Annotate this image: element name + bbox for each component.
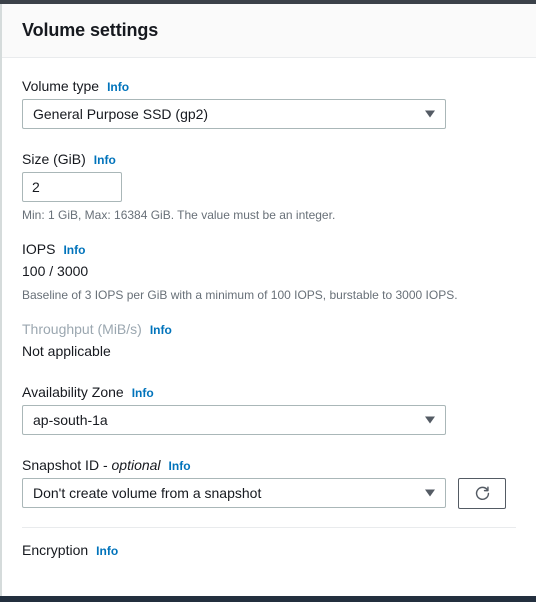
- snapshot-id-label-row: Snapshot ID - optional Info: [22, 457, 516, 473]
- volume-type-label-row: Volume type Info: [22, 78, 516, 94]
- volume-type-selected-value: General Purpose SSD (gp2): [33, 106, 209, 122]
- volume-type-label: Volume type: [22, 78, 100, 94]
- encryption-label: Encryption: [22, 541, 89, 558]
- panel-header: Volume settings: [2, 4, 536, 58]
- field-availability-zone: Availability Zone Info ap-south-1a: [22, 384, 516, 435]
- availability-zone-info-link[interactable]: Info: [132, 386, 154, 400]
- field-size: Size (GiB) Info Min: 1 GiB, Max: 16384 G…: [22, 151, 516, 223]
- iops-hint: Baseline of 3 IOPS per GiB with a minimu…: [22, 287, 458, 302]
- throughput-value: Not applicable: [22, 342, 111, 359]
- panel-body: Volume type Info General Purpose SSD (gp…: [2, 58, 536, 558]
- field-snapshot-id: Snapshot ID - optional Info Don't create…: [22, 457, 516, 509]
- volume-type-select-wrap: General Purpose SSD (gp2): [22, 99, 446, 129]
- iops-value: 100 / 3000: [22, 263, 89, 280]
- snapshot-id-row: Don't create volume from a snapshot: [22, 477, 516, 509]
- throughput-info-link[interactable]: Info: [150, 323, 172, 337]
- availability-zone-label-row: Availability Zone Info: [22, 384, 516, 400]
- field-encryption: Encryption Info: [22, 528, 516, 558]
- iops-label: IOPS: [22, 241, 56, 258]
- volume-type-info-link[interactable]: Info: [107, 80, 129, 94]
- field-volume-type: Volume type Info General Purpose SSD (gp…: [22, 78, 516, 129]
- size-label: Size (GiB): [22, 151, 86, 167]
- size-hint: Min: 1 GiB, Max: 16384 GiB. The value mu…: [22, 208, 336, 222]
- iops-info-link[interactable]: Info: [63, 243, 85, 257]
- snapshot-id-info-link[interactable]: Info: [169, 459, 191, 473]
- volume-settings-panel: Volume settings Volume type Info General…: [2, 4, 536, 596]
- encryption-info-link[interactable]: Info: [96, 544, 118, 558]
- page-title: Volume settings: [22, 20, 159, 40]
- availability-zone-select-wrap: ap-south-1a: [22, 404, 446, 435]
- field-iops: IOPS Info 100 / 3000 Baseline of 3 IOPS …: [22, 241, 516, 303]
- size-input[interactable]: [22, 172, 122, 202]
- throughput-label: Throughput (MiB/s): [22, 320, 142, 337]
- snapshot-id-select[interactable]: Don't create volume from a snapshot: [22, 478, 446, 509]
- size-label-row: Size (GiB) Info: [22, 151, 516, 167]
- snapshot-id-selected-value: Don't create volume from a snapshot: [33, 485, 262, 502]
- window-chrome-top: [0, 0, 536, 4]
- throughput-label-row: Throughput (MiB/s) Info: [22, 321, 516, 337]
- volume-type-select[interactable]: General Purpose SSD (gp2): [22, 99, 446, 129]
- refresh-icon: [475, 486, 489, 500]
- snapshot-id-select-wrap: Don't create volume from a snapshot: [22, 478, 446, 509]
- availability-zone-selected-value: ap-south-1a: [33, 411, 108, 428]
- window-chrome-bottom: [0, 596, 536, 602]
- size-info-link[interactable]: Info: [94, 153, 116, 167]
- snapshot-id-label: Snapshot ID - optional: [22, 457, 161, 473]
- encryption-label-row: Encryption Info: [22, 542, 516, 558]
- availability-zone-label: Availability Zone: [22, 383, 124, 400]
- panel-left-border: [0, 4, 2, 596]
- availability-zone-select[interactable]: ap-south-1a: [22, 404, 446, 435]
- snapshot-id-optional-text: optional: [111, 456, 161, 473]
- volume-settings-screen: Volume settings Volume type Info General…: [0, 0, 536, 602]
- iops-label-row: IOPS Info: [22, 241, 516, 257]
- field-throughput: Throughput (MiB/s) Info Not applicable: [22, 321, 516, 362]
- refresh-snapshots-button[interactable]: [458, 477, 506, 509]
- snapshot-id-label-text: Snapshot ID -: [22, 456, 112, 473]
